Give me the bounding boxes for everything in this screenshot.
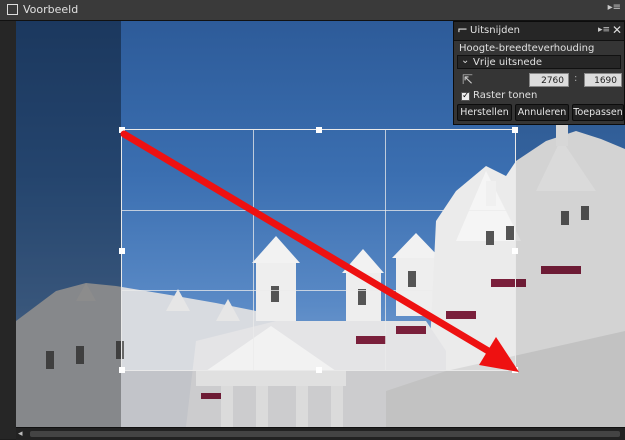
aspect-ratio-value: Vrije uitsnede — [473, 57, 543, 68]
crop-shade-bottom — [121, 371, 516, 427]
chevron-down-icon: ⌄ — [461, 55, 470, 66]
aspect-ratio-select[interactable]: ⌄ Vrije uitsnede — [457, 55, 621, 69]
aspect-ratio-label: Hoogte-breedteverhouding — [459, 43, 595, 54]
crop-handle-bottom[interactable] — [316, 367, 322, 373]
show-grid-label: Raster tonen — [473, 90, 538, 101]
crop-height-field[interactable]: 1690 — [584, 73, 622, 87]
crop-panel: ⌐ Uitsnijden ▸≡ ✕ Hoogte-breedteverhoudi… — [453, 21, 625, 125]
reset-button[interactable]: Herstellen — [457, 104, 512, 121]
crop-handle-bottom-left[interactable] — [119, 367, 125, 373]
dimension-separator: : — [574, 73, 578, 84]
crop-handle-top[interactable] — [316, 127, 322, 133]
window-menu-icon[interactable]: ▸≡ — [608, 2, 621, 13]
scrollbar-thumb[interactable] — [30, 431, 620, 437]
grid-line — [385, 130, 386, 370]
show-grid-checkbox[interactable]: ✓ — [461, 92, 470, 101]
rotate-ratio-icon[interactable]: ⇱ — [462, 73, 473, 88]
left-gutter — [0, 21, 16, 439]
preview-window: Voorbeeld ▸≡ ◂ ⌐ Uitsnijden ▸≡ ✕ Hoogte-… — [0, 0, 625, 440]
close-icon[interactable]: ✕ — [612, 23, 622, 37]
crop-panel-title: Uitsnijden — [470, 25, 520, 36]
window-checkbox-icon[interactable] — [7, 4, 18, 15]
scroll-left-icon[interactable]: ◂ — [18, 429, 23, 439]
crop-handle-right[interactable] — [512, 248, 518, 254]
crop-handle-top-right[interactable] — [512, 127, 518, 133]
crop-handle-left[interactable] — [119, 248, 125, 254]
horizontal-scrollbar[interactable]: ◂ — [16, 427, 625, 440]
window-titlebar: Voorbeeld ▸≡ — [0, 0, 625, 21]
grid-line — [253, 130, 254, 370]
crop-handle-bottom-right[interactable] — [512, 367, 518, 373]
crop-shade-left — [16, 21, 121, 427]
panel-menu-icon[interactable]: ▸≡ — [598, 25, 610, 35]
crop-panel-header: ⌐ Uitsnijden ▸≡ ✕ — [454, 22, 624, 41]
cancel-button[interactable]: Annuleren — [515, 104, 569, 121]
grid-line — [122, 210, 515, 211]
crop-icon: ⌐ — [457, 23, 468, 38]
crop-width-field[interactable]: 2760 — [529, 73, 569, 87]
window-title: Voorbeeld — [23, 3, 79, 16]
crop-frame[interactable] — [119, 127, 518, 373]
grid-line — [122, 290, 515, 291]
apply-button[interactable]: Toepassen — [572, 104, 624, 121]
crop-handle-top-left[interactable] — [119, 127, 125, 133]
